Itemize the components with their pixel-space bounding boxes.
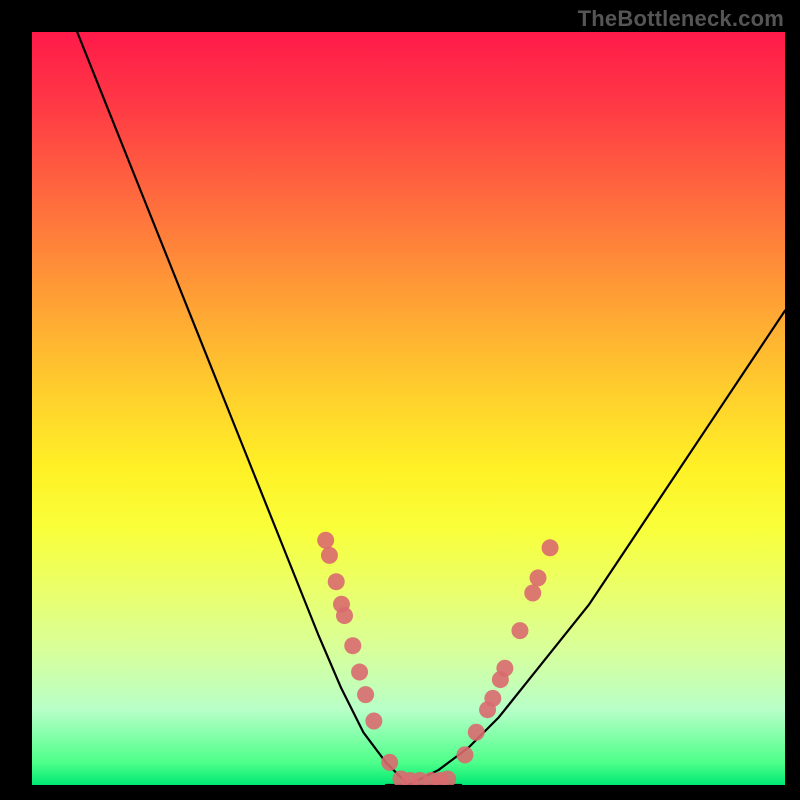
data-point [511, 622, 528, 639]
data-point [317, 532, 334, 549]
data-point [321, 547, 338, 564]
data-point [468, 724, 485, 741]
data-point [484, 690, 501, 707]
bottleneck-curve [77, 32, 785, 785]
data-point [351, 664, 368, 681]
plot-area [32, 32, 785, 785]
data-point [524, 584, 541, 601]
data-point [365, 713, 382, 730]
marker-layer [317, 532, 558, 785]
data-point [381, 754, 398, 771]
curve-layer [77, 32, 785, 785]
data-point [336, 607, 353, 624]
data-point [344, 637, 361, 654]
data-point [542, 539, 559, 556]
chart-overlay [32, 32, 785, 785]
watermark-text: TheBottleneck.com [578, 6, 784, 32]
data-point [530, 569, 547, 586]
data-point [496, 660, 513, 677]
chart-frame: TheBottleneck.com [0, 0, 800, 800]
data-point [357, 686, 374, 703]
data-point [328, 573, 345, 590]
data-point [456, 746, 473, 763]
